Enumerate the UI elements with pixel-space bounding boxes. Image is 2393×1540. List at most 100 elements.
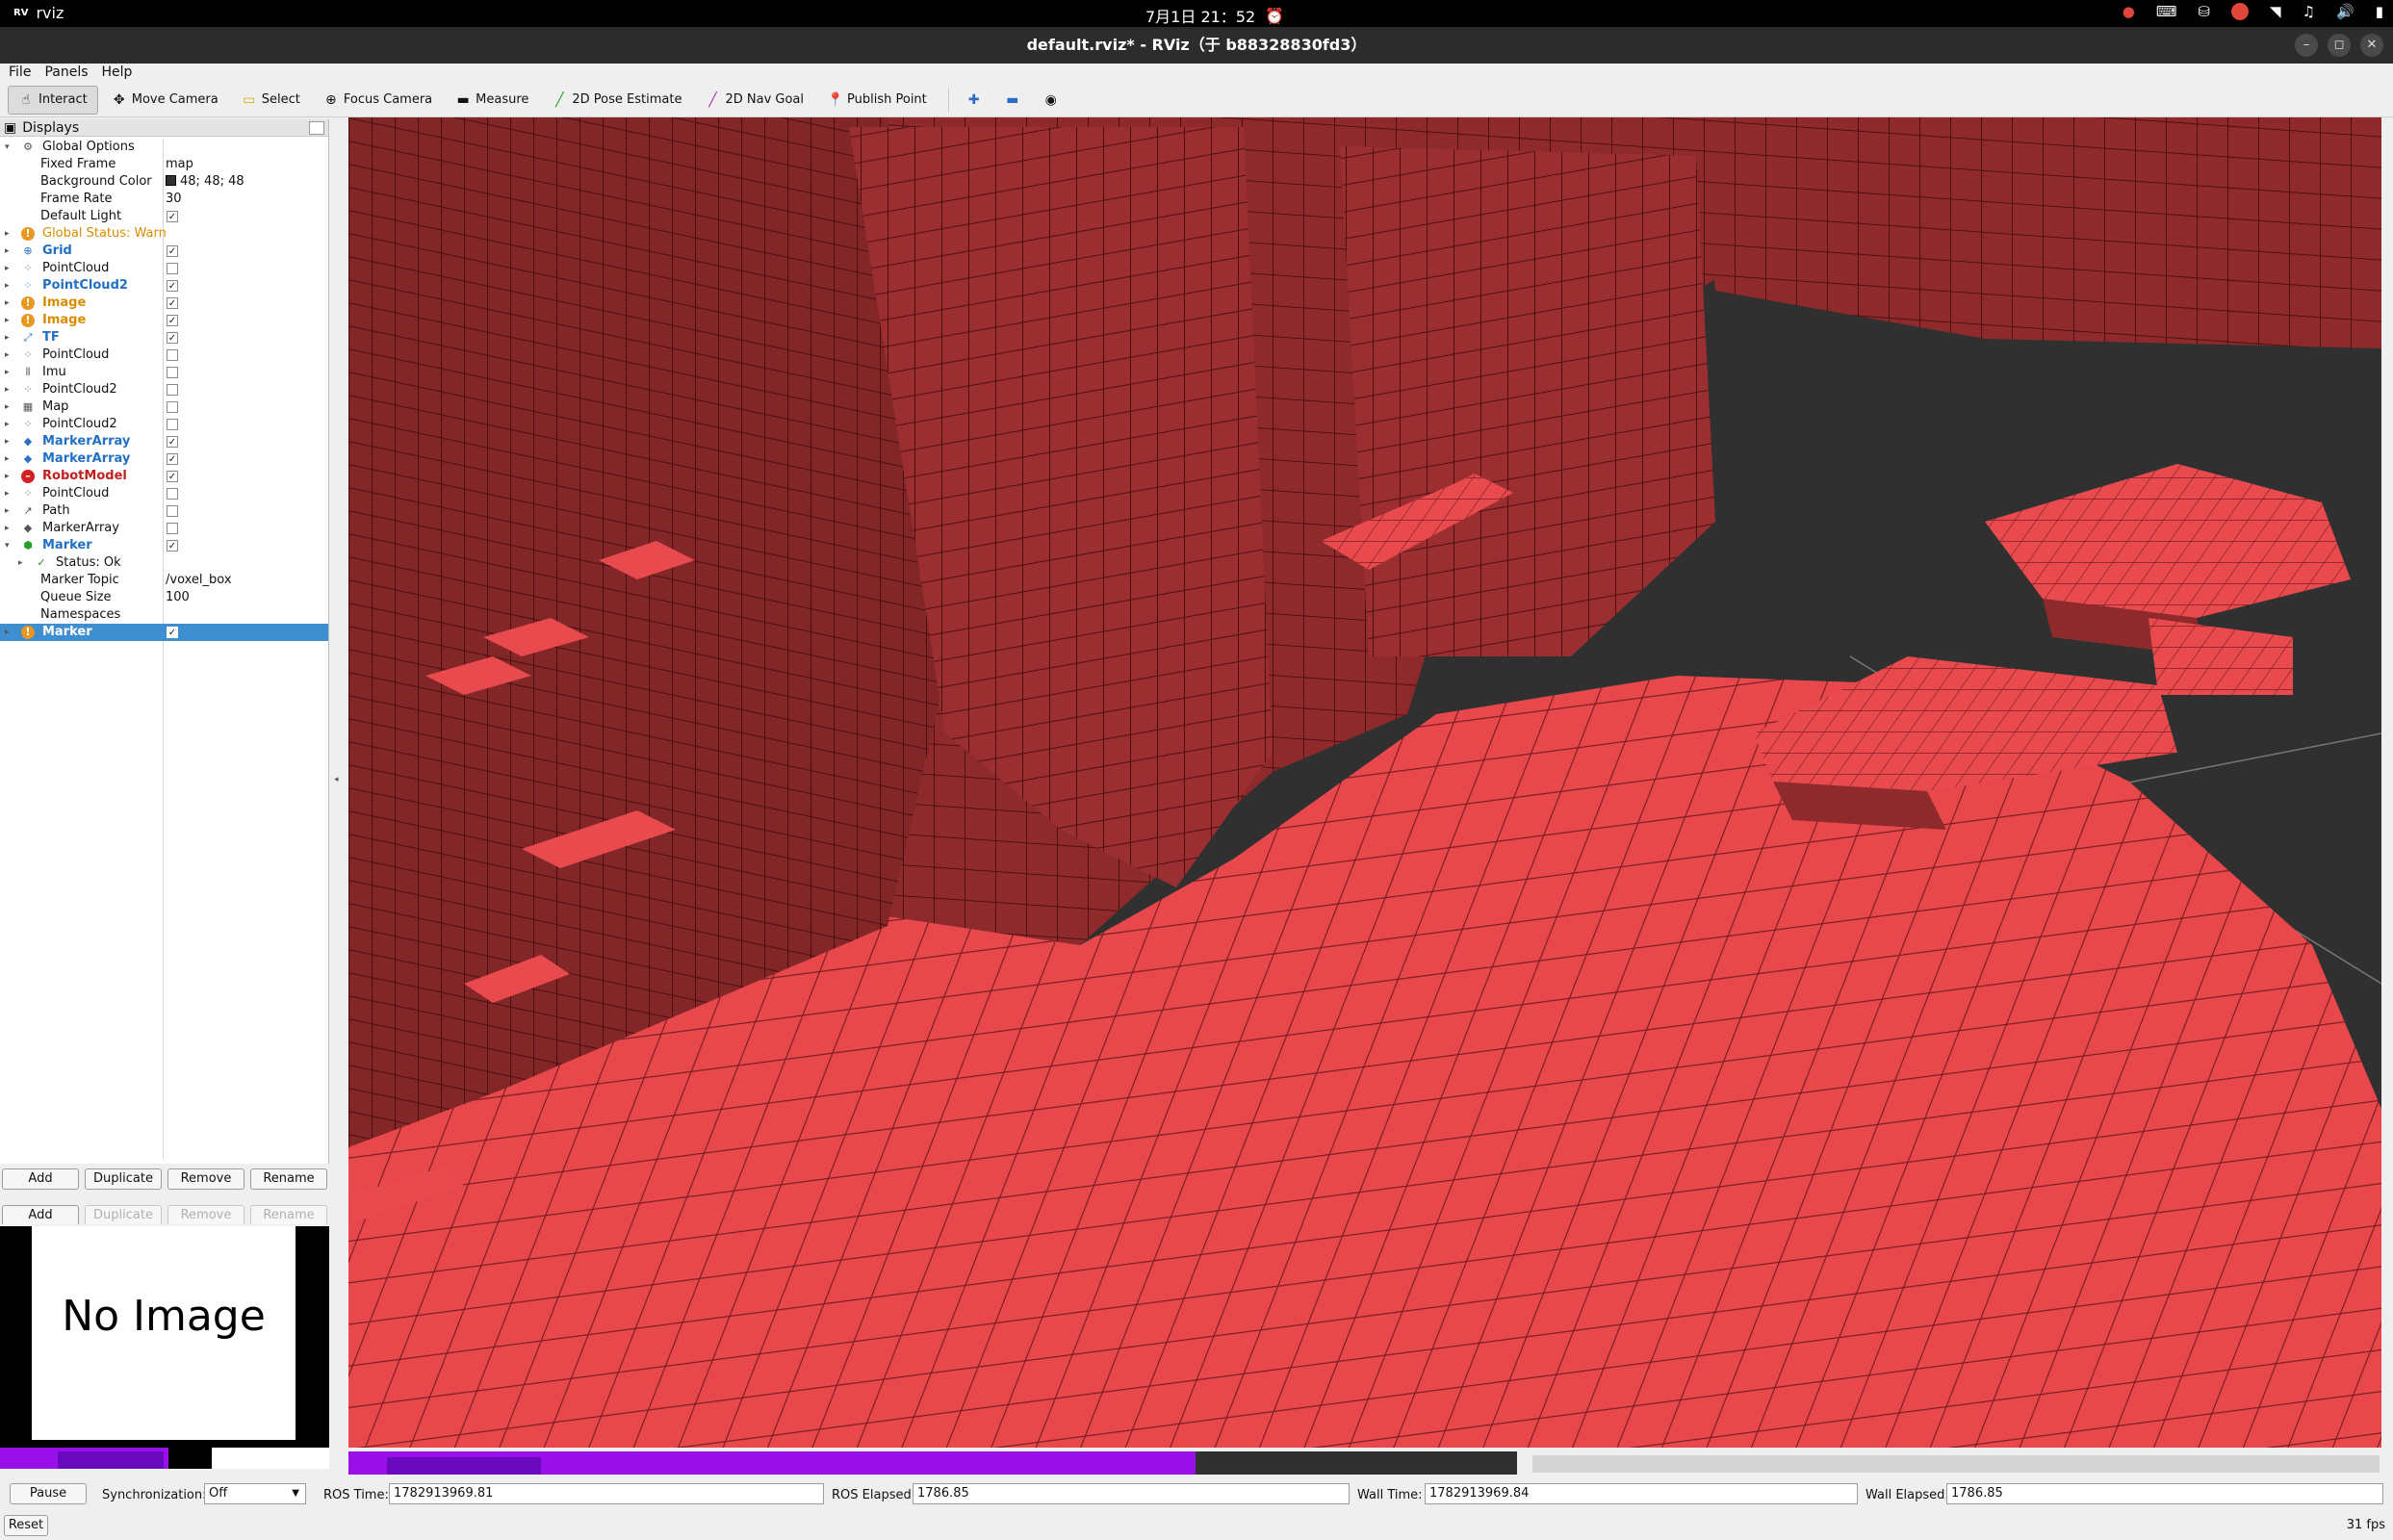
- enable-checkbox[interactable]: [167, 505, 178, 517]
- minimize-button[interactable]: –: [2295, 34, 2318, 57]
- system-tray[interactable]: ● ⌨ ⛁ ◥ ♫ 🔊 ▮: [2123, 3, 2383, 24]
- panel-splitter[interactable]: ◂: [331, 117, 345, 1448]
- panel-close-button[interactable]: [309, 120, 324, 135]
- tool-move-camera[interactable]: ✥ Move Camera: [102, 86, 228, 115]
- display-row[interactable]: ▸ ⁘ PointCloud2: [0, 416, 328, 433]
- tool-2d-nav-goal[interactable]: ╱ 2D Nav Goal: [695, 86, 813, 115]
- wall-elapsed-field[interactable]: 1786.85: [1946, 1483, 2383, 1504]
- expand-arrow-icon[interactable]: ▾: [5, 139, 14, 156]
- menu-file[interactable]: File: [9, 64, 31, 81]
- display-row[interactable]: Namespaces: [0, 606, 328, 624]
- shield-icon[interactable]: [2231, 3, 2250, 24]
- display-row[interactable]: Frame Rate 30: [0, 191, 328, 208]
- display-row[interactable]: Fixed Frame map: [0, 156, 328, 173]
- right-panel-splitter[interactable]: [2383, 117, 2393, 1448]
- display-row[interactable]: ▸ ▦ Map: [0, 398, 328, 416]
- displays-tree[interactable]: ▾ ⚙ Global Options Fixed Frame map Background…: [0, 139, 328, 641]
- collapse-arrow-icon[interactable]: ▸: [5, 398, 14, 416]
- volume-icon[interactable]: 🔊: [2336, 3, 2354, 24]
- collapse-arrow-icon[interactable]: ▸: [5, 277, 14, 295]
- maximize-button[interactable]: ◻: [2328, 34, 2351, 57]
- display-row[interactable]: Marker Topic/voxel_box: [0, 572, 328, 589]
- display-row[interactable]: ▸! Marker ✓: [0, 624, 328, 641]
- collapse-arrow-icon[interactable]: ▸: [5, 381, 14, 398]
- collapse-arrow-icon[interactable]: ▸: [5, 260, 14, 277]
- collapse-arrow-icon[interactable]: ▸: [5, 468, 14, 485]
- enable-checkbox[interactable]: [167, 263, 178, 274]
- display-row[interactable]: ▸ ✓ Status: Ok: [0, 554, 328, 572]
- enable-checkbox[interactable]: [167, 523, 178, 534]
- tool-measure[interactable]: ▬ Measure: [446, 86, 538, 115]
- wall-time-field[interactable]: 1782913969.84: [1425, 1483, 1858, 1504]
- clock[interactable]: 7月1日 21：52 ⏰: [1145, 4, 1284, 27]
- record-icon[interactable]: ●: [2123, 3, 2135, 24]
- display-row[interactable]: ▸ ⁘ PointCloud2: [0, 381, 328, 398]
- enable-checkbox[interactable]: [167, 419, 178, 430]
- add-button[interactable]: Add: [2, 1168, 79, 1190]
- enable-checkbox[interactable]: ✓: [167, 540, 178, 552]
- ros-time-field[interactable]: 1782913969.81: [389, 1483, 824, 1504]
- add-button-2[interactable]: Add: [2, 1205, 79, 1224]
- enable-checkbox[interactable]: ✓: [167, 297, 178, 309]
- property-value[interactable]: map: [166, 156, 193, 173]
- collapse-arrow-icon[interactable]: ▸: [5, 416, 14, 433]
- collapse-arrow-icon[interactable]: ▸: [5, 485, 14, 502]
- display-row[interactable]: ▸ ◆ MarkerArray ✓: [0, 433, 328, 450]
- collapse-arrow-icon[interactable]: ▸: [5, 312, 14, 329]
- collapse-arrow-icon[interactable]: ▸: [5, 520, 14, 537]
- display-row[interactable]: ▸! Image ✓: [0, 295, 328, 312]
- collapse-arrow-icon[interactable]: ▸: [5, 433, 14, 450]
- collapse-arrow-icon[interactable]: ▸: [5, 329, 14, 346]
- add-tool-button[interactable]: ✚: [957, 86, 991, 115]
- enable-checkbox[interactable]: ✓: [167, 211, 178, 222]
- display-row[interactable]: ▾ ⬢ Marker ✓: [0, 537, 328, 554]
- property-value[interactable]: /voxel_box: [166, 572, 232, 589]
- active-app[interactable]: RV rviz: [13, 4, 64, 22]
- enable-checkbox[interactable]: ✓: [167, 471, 178, 482]
- collapse-arrow-icon[interactable]: ▸: [5, 243, 14, 260]
- display-row[interactable]: ▸ ⁘ PointCloud: [0, 485, 328, 502]
- display-row[interactable]: ▸ ⁘ PointCloud2 ✓: [0, 277, 328, 295]
- collapse-arrow-icon[interactable]: ▸: [5, 225, 14, 243]
- display-row[interactable]: Default Light ✓: [0, 208, 328, 225]
- ros-elapsed-field[interactable]: 1786.85: [913, 1483, 1350, 1504]
- wifi-icon[interactable]: ◥: [2270, 3, 2281, 24]
- enable-checkbox[interactable]: [167, 367, 178, 378]
- tool-publish-point[interactable]: 📍 Publish Point: [817, 86, 937, 115]
- enable-checkbox[interactable]: ✓: [167, 280, 178, 292]
- enable-checkbox[interactable]: ✓: [167, 436, 178, 448]
- display-row[interactable]: ▸ ⫴ Imu: [0, 364, 328, 381]
- collapse-arrow-icon[interactable]: ▸: [18, 554, 28, 572]
- display-row[interactable]: Queue Size 100: [0, 589, 328, 606]
- collapse-arrow-icon[interactable]: ▸: [5, 295, 14, 312]
- mic-icon[interactable]: ♫: [2303, 3, 2315, 24]
- display-row[interactable]: ▸ ⊕ Grid ✓: [0, 243, 328, 260]
- enable-checkbox[interactable]: [167, 384, 178, 396]
- collapse-arrow-icon[interactable]: ▸: [5, 346, 14, 364]
- reset-button[interactable]: Reset: [4, 1515, 48, 1536]
- close-button[interactable]: ✕: [2360, 34, 2383, 57]
- tool-focus-camera[interactable]: ⊕ Focus Camera: [314, 86, 442, 115]
- menu-help[interactable]: Help: [102, 64, 133, 81]
- display-row[interactable]: ▸ ⁘ PointCloud: [0, 346, 328, 364]
- remove-tool-button[interactable]: ▬: [995, 86, 1030, 115]
- enable-checkbox[interactable]: [167, 349, 178, 361]
- collapse-arrow-icon[interactable]: ▸: [5, 502, 14, 520]
- property-value[interactable]: 100: [166, 589, 190, 606]
- battery-icon[interactable]: ▮: [2376, 3, 2383, 24]
- display-row[interactable]: ▸ – RobotModel ✓: [0, 468, 328, 485]
- display-row[interactable]: ▸ ◆ MarkerArray ✓: [0, 450, 328, 468]
- sync-select[interactable]: Off ▼: [204, 1483, 306, 1504]
- horizontal-scrollbar[interactable]: [1532, 1455, 2380, 1473]
- display-row[interactable]: ▸ ⤢ TF ✓: [0, 329, 328, 346]
- tool-2d-pose-estimate[interactable]: ╱ 2D Pose Estimate: [542, 86, 691, 115]
- enable-checkbox[interactable]: ✓: [167, 453, 178, 465]
- property-value[interactable]: 30: [166, 191, 182, 208]
- collapse-arrow-icon[interactable]: ▸: [5, 364, 14, 381]
- duplicate-button[interactable]: Duplicate: [85, 1168, 162, 1190]
- menu-panels[interactable]: Panels: [44, 64, 88, 81]
- collapse-arrow-icon[interactable]: ▸: [5, 624, 14, 641]
- tool-interact[interactable]: ☝ Interact: [8, 85, 98, 115]
- property-value[interactable]: 48; 48; 48: [166, 173, 244, 191]
- keyboard-icon[interactable]: ⌨: [2156, 3, 2177, 24]
